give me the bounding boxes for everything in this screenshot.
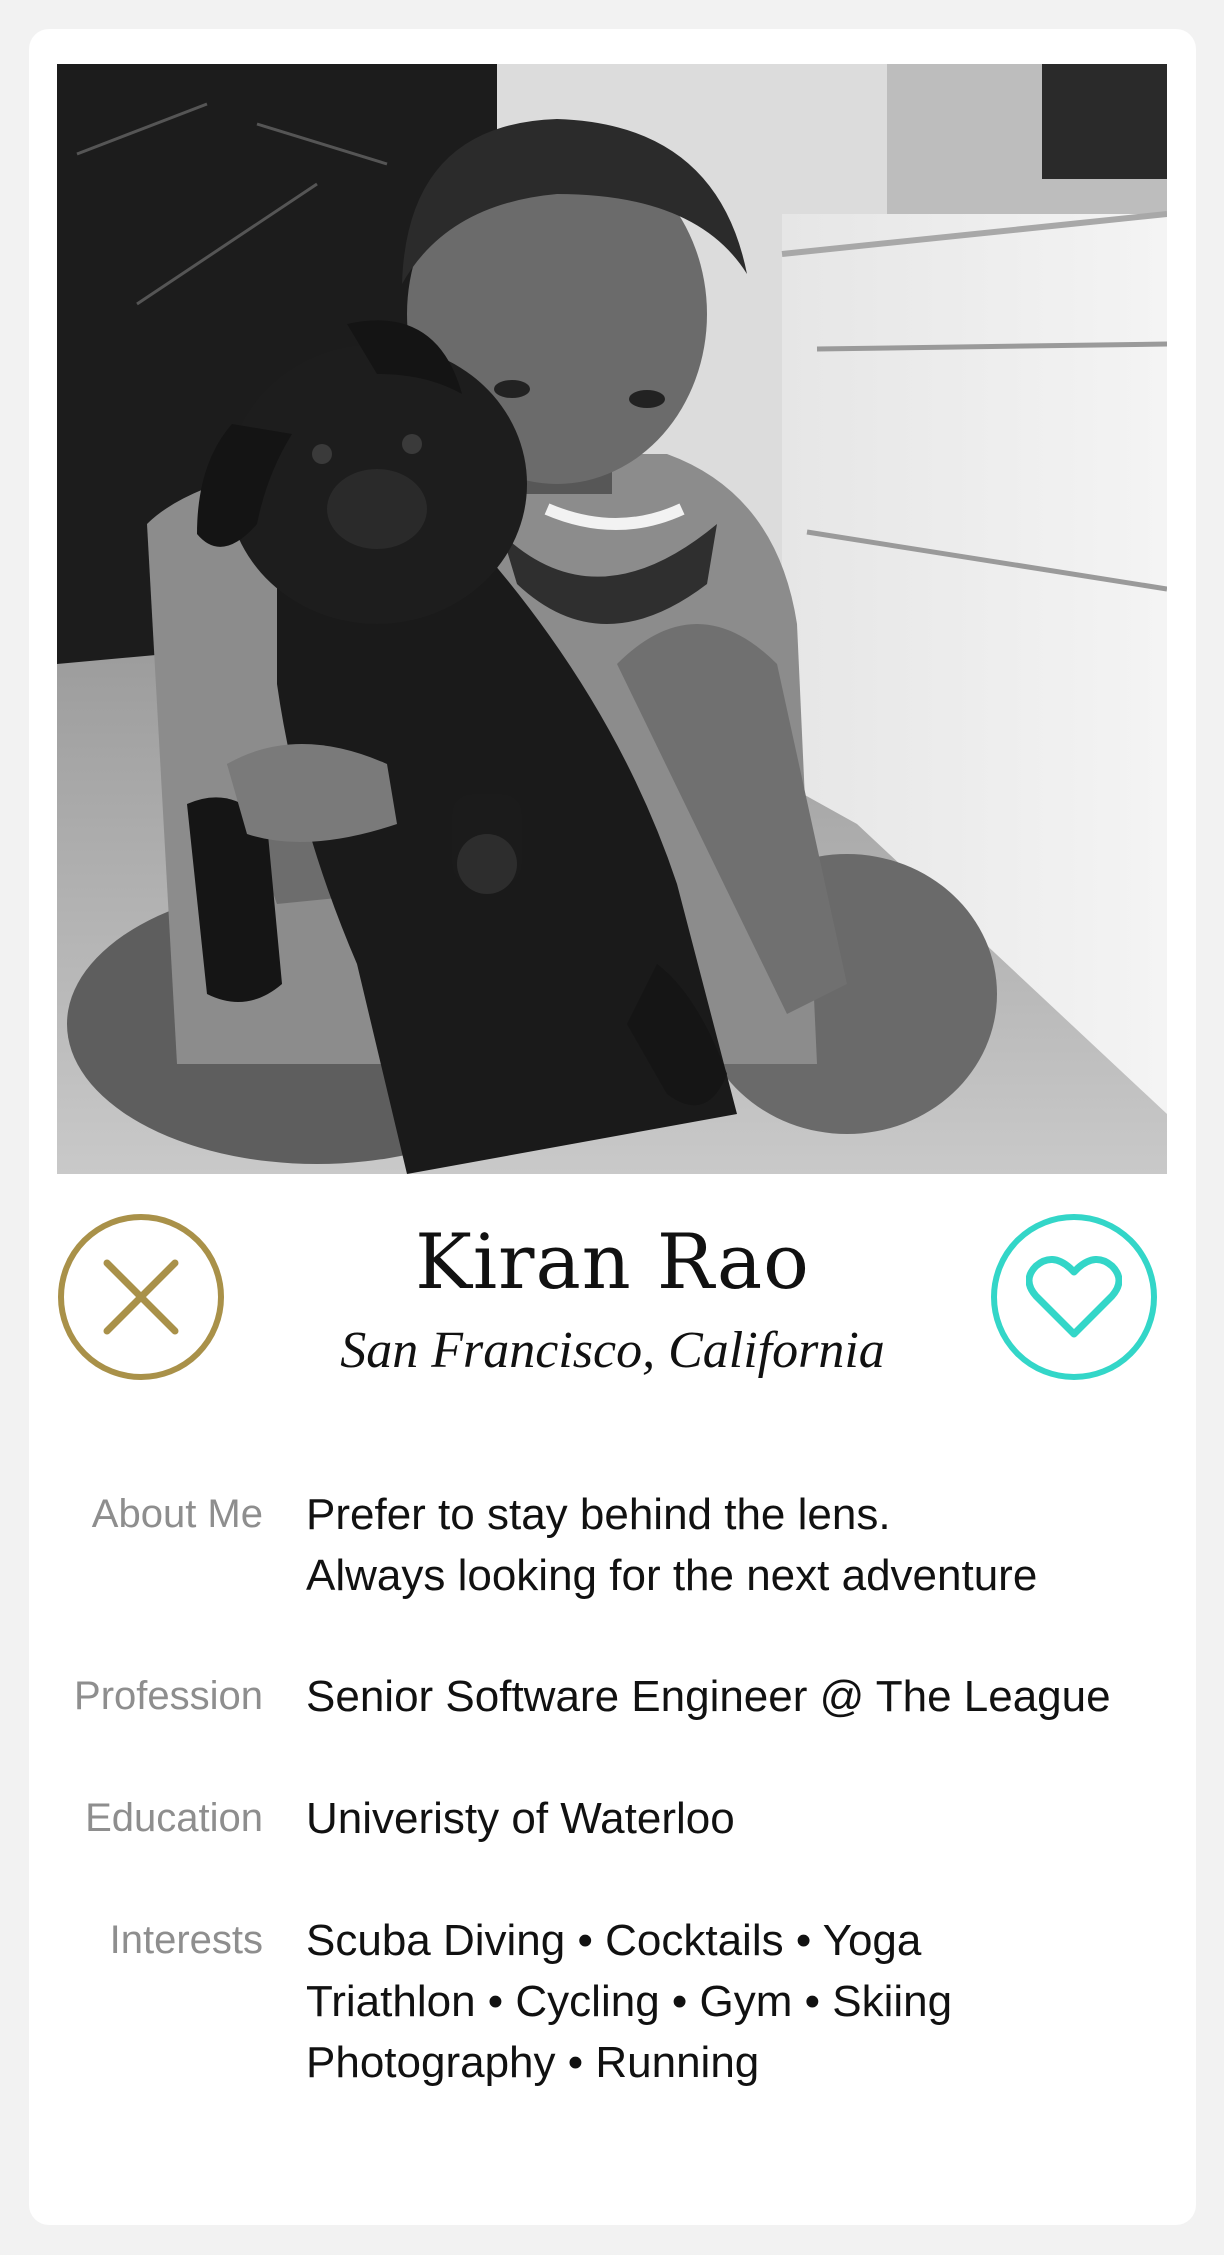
interests-label: Interests (109, 1918, 263, 1962)
profile-photo[interactable] (57, 64, 1167, 1174)
profession-text: Senior Software Engineer @ The League (306, 1672, 1111, 1721)
education-value: Univeristy of Waterloo (306, 1788, 1176, 1849)
about-value: Prefer to stay behind the lens. Always l… (306, 1484, 1176, 1606)
about-label: About Me (91, 1492, 263, 1536)
education-text: Univeristy of Waterloo (306, 1794, 735, 1843)
close-icon (103, 1259, 179, 1335)
interests-line: Triathlon • Cycling • Gym • Skiing (306, 1977, 953, 2026)
profession-value: Senior Software Engineer @ The League (306, 1666, 1176, 1727)
profile-location: San Francisco, California (340, 1322, 885, 1379)
profile-card: Kiran Rao San Francisco, California Abou… (29, 29, 1196, 2225)
about-line: Prefer to stay behind the lens. (306, 1490, 891, 1539)
heart-icon (1026, 1256, 1122, 1338)
interests-line: Photography • Running (306, 2038, 760, 2087)
photo-illustration (57, 64, 1167, 1174)
interests-line: Scuba Diving • Cocktails • Yoga (306, 1916, 922, 1965)
profile-name: Kiran Rao (415, 1217, 810, 1306)
profession-label: Profession (74, 1674, 263, 1718)
education-label: Education (85, 1796, 263, 1840)
about-line: Always looking for the next adventure (306, 1551, 1038, 1600)
pass-button[interactable] (58, 1214, 224, 1380)
like-button[interactable] (991, 1214, 1157, 1380)
interests-value: Scuba Diving • Cocktails • Yoga Triathlo… (306, 1910, 1176, 2093)
